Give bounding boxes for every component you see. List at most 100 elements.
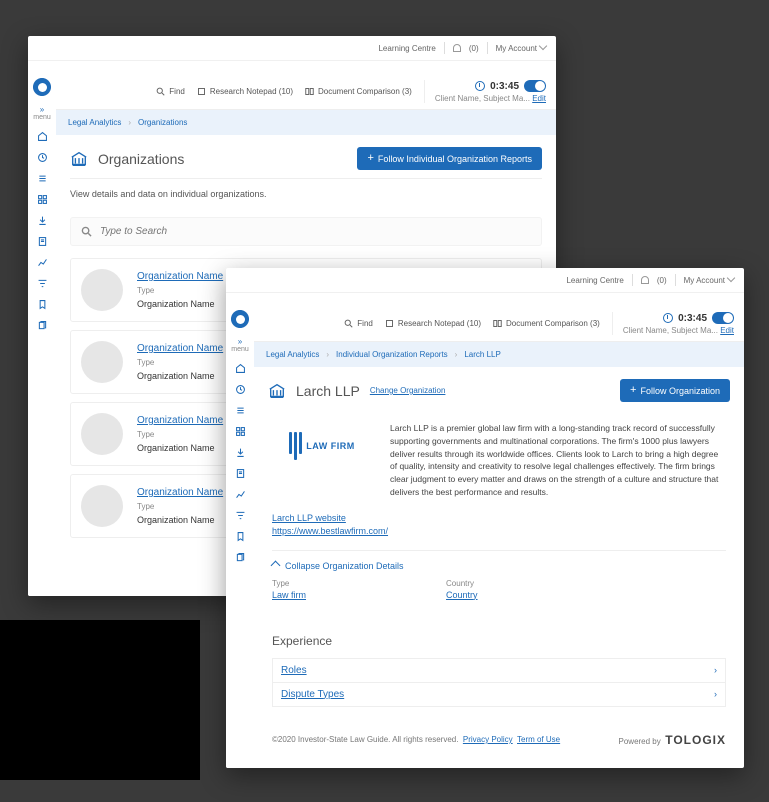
home-icon[interactable] — [234, 362, 246, 374]
copy-icon[interactable] — [234, 551, 246, 563]
footer: ©2020 Investor-State Law Guide. All righ… — [254, 719, 744, 761]
home-icon[interactable] — [36, 130, 48, 142]
menu-label: menu — [33, 114, 51, 121]
my-account-menu[interactable]: My Account — [684, 275, 734, 285]
doc-comparison[interactable]: Document Comparison (3) — [305, 87, 412, 96]
divider — [70, 178, 542, 179]
crumb-organizations[interactable]: Organizations — [138, 118, 187, 127]
org-name-link[interactable]: Organization Name — [137, 487, 223, 498]
type-label: Type — [137, 358, 223, 367]
org-website-label[interactable]: Larch LLP website — [272, 513, 726, 523]
client-name: Client Name, Subject Ma... — [623, 326, 718, 335]
filter-icon[interactable] — [36, 277, 48, 289]
terms-link[interactable]: Term of Use — [517, 735, 560, 744]
collapse-details-toggle[interactable]: Collapse Organization Details — [272, 561, 726, 571]
org-avatar — [81, 413, 123, 455]
doc-comparison[interactable]: Document Comparison (3) — [493, 319, 600, 328]
country-value-link[interactable]: Country — [446, 590, 478, 600]
research-notepad[interactable]: Research Notepad (10) — [197, 87, 293, 96]
timer-toggle[interactable] — [712, 312, 734, 324]
find-action[interactable]: Find — [156, 87, 185, 96]
my-account-menu[interactable]: My Account — [496, 43, 546, 53]
list-icon[interactable] — [234, 404, 246, 416]
organization-detail-window: Learning Centre (0) My Account » menu Fi… — [226, 268, 744, 768]
crumb-legal-analytics[interactable]: Legal Analytics — [68, 118, 121, 127]
list-icon[interactable] — [36, 172, 48, 184]
experience-roles-row[interactable]: Roles › — [272, 658, 726, 682]
app-logo-icon[interactable] — [33, 78, 51, 96]
bell-icon[interactable] — [641, 276, 649, 284]
timer-display: 0:3:45 — [475, 80, 546, 92]
crumb-legal-analytics[interactable]: Legal Analytics — [266, 350, 319, 359]
edit-client-link[interactable]: Edit — [720, 326, 734, 335]
page-header: Larch LLP Change Organization +Follow Or… — [254, 367, 744, 410]
menu-toggle[interactable]: » menu — [231, 337, 249, 353]
search-box[interactable] — [70, 217, 542, 246]
crumb-reports[interactable]: Individual Organization Reports — [336, 350, 448, 359]
crumb-current: Larch LLP — [464, 350, 500, 359]
search-input[interactable] — [100, 226, 531, 237]
left-sidebar: » menu — [28, 74, 56, 596]
learning-centre-link[interactable]: Learning Centre — [566, 276, 623, 285]
app-logo-icon[interactable] — [231, 310, 249, 328]
grid-icon[interactable] — [36, 193, 48, 205]
privacy-policy-link[interactable]: Privacy Policy — [463, 735, 513, 744]
learning-centre-link[interactable]: Learning Centre — [378, 44, 435, 53]
download-icon[interactable] — [36, 214, 48, 226]
timer-display: 0:3:45 — [663, 312, 734, 324]
org-website-url[interactable]: https://www.bestlawfirm.com/ — [272, 526, 726, 536]
bell-icon[interactable] — [453, 44, 461, 52]
compare-icon — [305, 87, 314, 96]
research-notepad[interactable]: Research Notepad (10) — [385, 319, 481, 328]
grid-icon[interactable] — [234, 425, 246, 437]
bookmark-icon[interactable] — [234, 530, 246, 542]
experience-dispute-types-row[interactable]: Dispute Types › — [272, 682, 726, 707]
roles-link[interactable]: Roles — [281, 665, 307, 676]
notepad-icon — [385, 319, 394, 328]
page-title: Larch LLP — [296, 383, 360, 399]
org-avatar — [81, 269, 123, 311]
page-header: Organizations +Follow Individual Organiz… — [56, 135, 556, 178]
chevron-right-icon: › — [326, 350, 329, 359]
clock-icon — [475, 81, 485, 91]
find-action[interactable]: Find — [344, 319, 373, 328]
copy-icon[interactable] — [36, 319, 48, 331]
follow-organization-button[interactable]: +Follow Organization — [620, 379, 730, 402]
follow-reports-button[interactable]: +Follow Individual Organization Reports — [357, 147, 542, 170]
menu-toggle[interactable]: » menu — [33, 105, 51, 121]
chevron-right-icon: › — [128, 118, 131, 127]
org-name-link[interactable]: Organization Name — [137, 415, 223, 426]
type-value: Organization Name — [137, 299, 223, 309]
bookmark-icon[interactable] — [36, 298, 48, 310]
change-organization-link[interactable]: Change Organization — [370, 386, 446, 395]
chevron-down-icon — [727, 274, 735, 282]
clock-icon[interactable] — [234, 383, 246, 395]
edit-client-link[interactable]: Edit — [532, 94, 546, 103]
document-icon[interactable] — [36, 235, 48, 247]
divider — [272, 550, 726, 551]
page-title: Organizations — [98, 151, 184, 167]
notification-count: (0) — [657, 276, 667, 285]
org-name-link[interactable]: Organization Name — [137, 271, 223, 282]
chevron-right-icon: › — [714, 689, 717, 699]
org-name-link[interactable]: Organization Name — [137, 343, 223, 354]
filter-icon[interactable] — [234, 509, 246, 521]
clock-icon[interactable] — [36, 151, 48, 163]
timer-toggle[interactable] — [524, 80, 546, 92]
dispute-types-link[interactable]: Dispute Types — [281, 689, 344, 700]
download-icon[interactable] — [234, 446, 246, 458]
country-label: Country — [446, 579, 478, 588]
firm-logo-text: LAW FIRM — [306, 441, 355, 451]
chart-icon[interactable] — [234, 488, 246, 500]
chart-icon[interactable] — [36, 256, 48, 268]
search-icon — [81, 226, 92, 237]
divider — [444, 42, 445, 54]
divider — [487, 42, 488, 54]
type-value: Organization Name — [137, 443, 223, 453]
top-utility-bar: Learning Centre (0) My Account — [28, 36, 556, 61]
top-utility-bar: Learning Centre (0) My Account — [226, 268, 744, 293]
type-value-link[interactable]: Law firm — [272, 590, 306, 600]
firm-logo: LAW FIRM — [272, 422, 372, 470]
document-icon[interactable] — [234, 467, 246, 479]
toolbar: Find Research Notepad (10) Document Comp… — [56, 74, 556, 110]
